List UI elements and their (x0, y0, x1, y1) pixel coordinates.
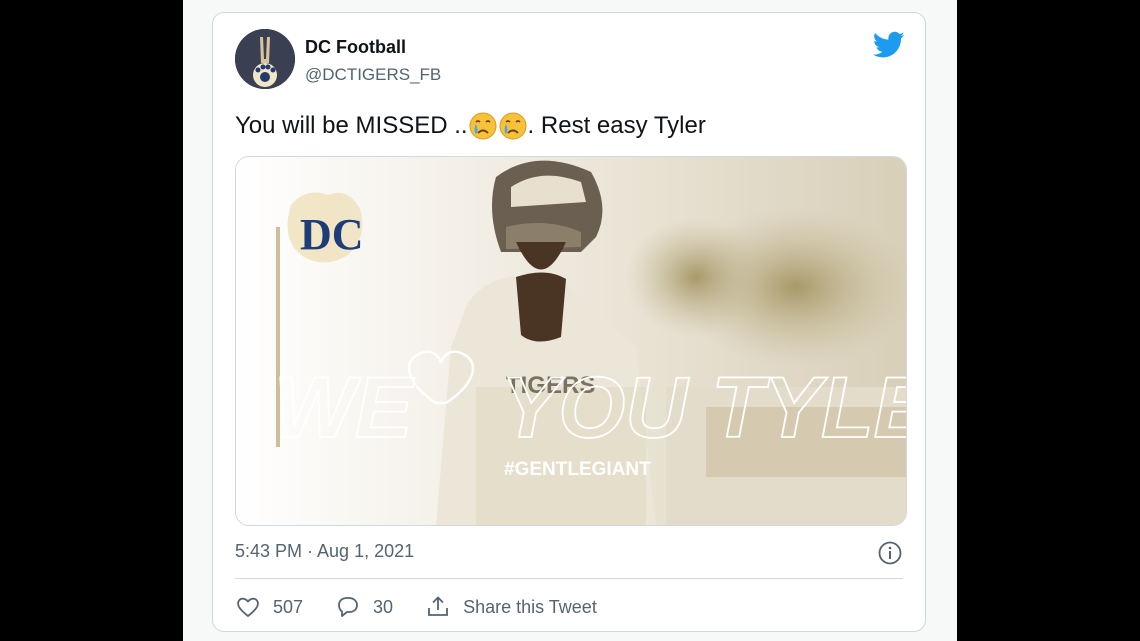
tweet-actions: 507 30 Share this Tweet (235, 593, 629, 621)
divider (235, 578, 903, 579)
info-icon[interactable] (877, 540, 903, 566)
media-headline-left: WE (274, 360, 415, 456)
share-icon (428, 596, 448, 616)
share-label: Share this Tweet (463, 596, 597, 617)
media-hashtag: #GENTLEGIANT (504, 459, 651, 480)
avatar[interactable] (235, 29, 295, 89)
tweet-image[interactable]: DC TIGERS WE YOU TYLER #GENTLEGIANT (235, 156, 907, 526)
author-handle[interactable]: @DCTIGERS_FB (305, 65, 441, 85)
reply-button[interactable]: 30 (335, 595, 393, 619)
crying-face-emoji-icon (468, 111, 498, 141)
tweet-text-part1: You will be MISSED .. (235, 112, 468, 139)
tweet-card[interactable]: DC Football @DCTIGERS_FB You will be MIS… (212, 12, 926, 632)
author-name[interactable]: DC Football (305, 37, 406, 58)
media-headline-right: YOU TYLER (501, 360, 907, 456)
crying-face-emoji-icon (498, 111, 528, 141)
heart-icon (237, 597, 259, 617)
tweet-text-part2: . Rest easy Tyler (527, 112, 706, 139)
like-count: 507 (273, 596, 304, 617)
tweet-timestamp[interactable]: 5:43 PM · Aug 1, 2021 (235, 541, 414, 562)
reply-icon (338, 597, 358, 617)
media-logo-text: DC (300, 210, 364, 259)
like-button[interactable]: 507 (235, 595, 303, 619)
tweet-text: You will be MISSED .. . Rest easy Tyler (235, 111, 706, 141)
share-button[interactable]: Share this Tweet (425, 595, 597, 619)
media-team-logo: DC (287, 192, 364, 263)
twitter-bird-icon[interactable] (872, 31, 905, 59)
page-background: DC Football @DCTIGERS_FB You will be MIS… (183, 0, 957, 641)
reply-count: 30 (373, 596, 394, 617)
